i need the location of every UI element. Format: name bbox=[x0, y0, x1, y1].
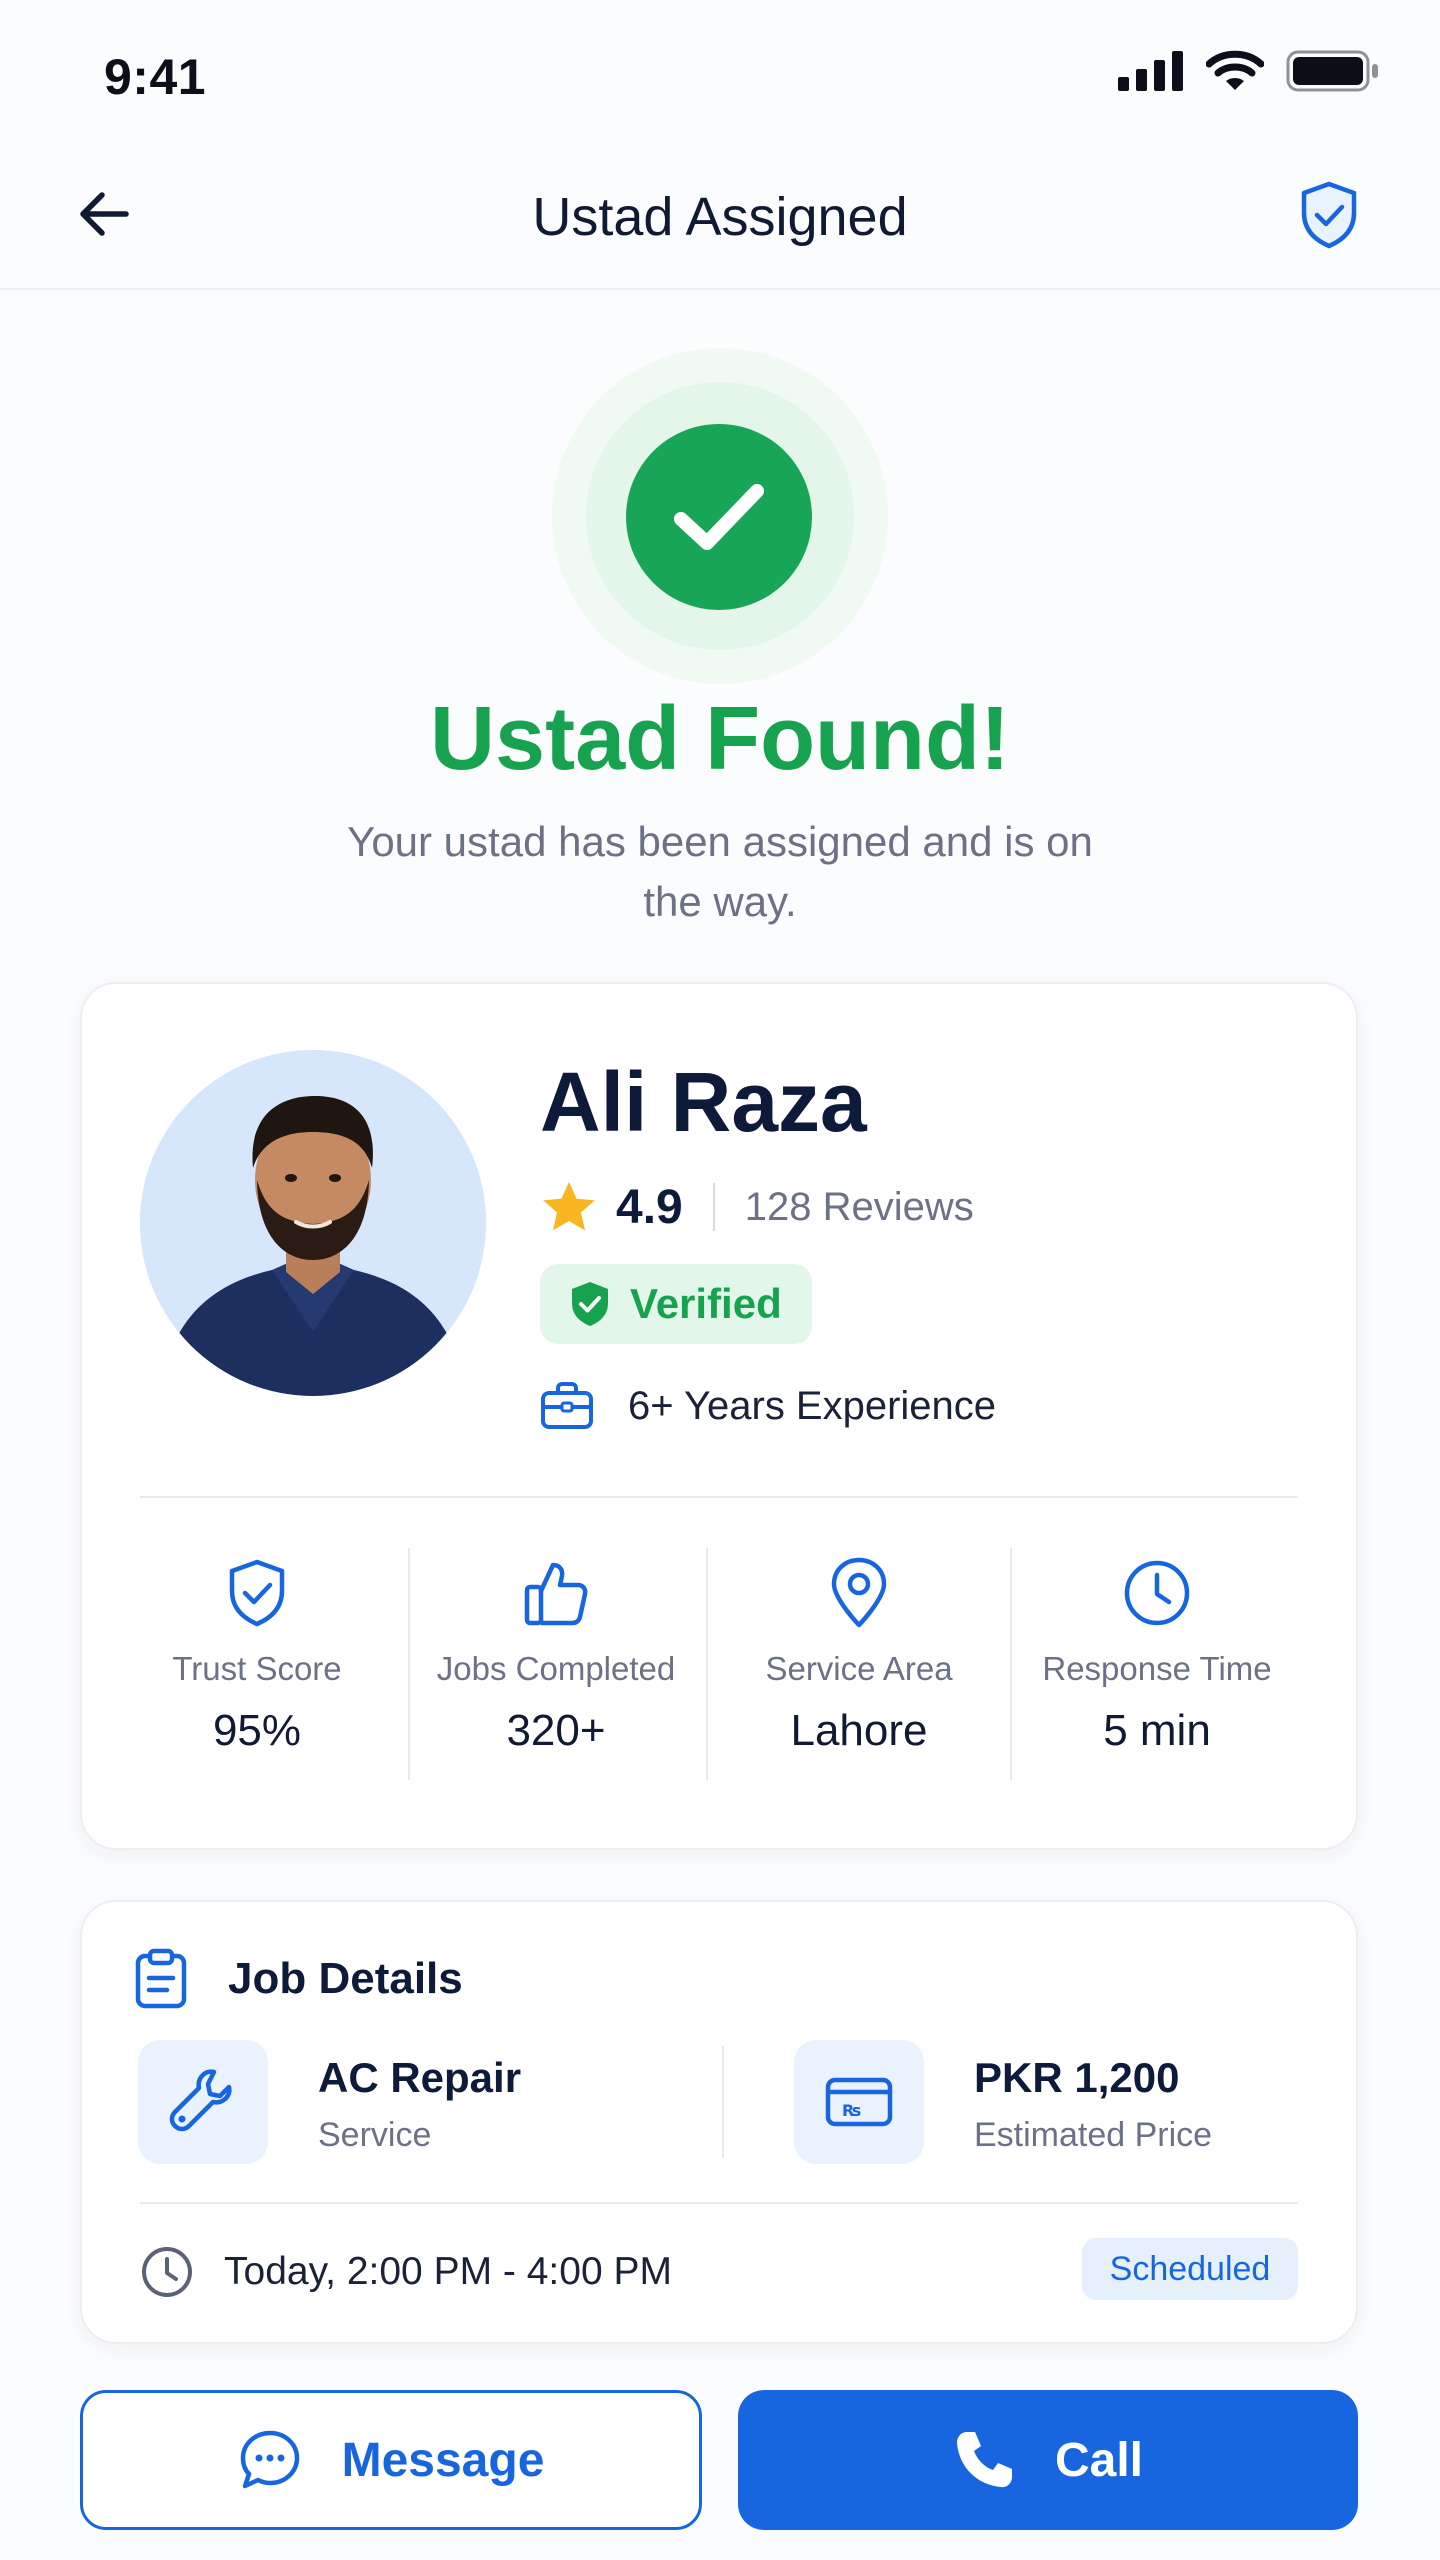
stat-service-area: Service Area Lahore bbox=[714, 1550, 1004, 1780]
stat-label: Response Time bbox=[1042, 1650, 1272, 1687]
verified-label: Verified bbox=[630, 1280, 782, 1327]
success-check-badge bbox=[626, 424, 812, 610]
stat-value: 95% bbox=[212, 1706, 302, 1755]
clock-icon bbox=[1122, 1550, 1192, 1636]
experience-text: 6+ Years Experience bbox=[628, 1383, 997, 1428]
schedule-time: Today, 2:00 PM - 4:00 PM bbox=[224, 2250, 672, 2293]
status-badge: Scheduled bbox=[1082, 2238, 1298, 2300]
stat-label: Trust Score bbox=[172, 1650, 342, 1687]
verified-badge: Verified bbox=[540, 1264, 812, 1344]
profile-divider bbox=[140, 1496, 1298, 1498]
checkmark-icon bbox=[674, 484, 764, 550]
rating-separator bbox=[712, 1183, 715, 1231]
safety-button[interactable] bbox=[1286, 172, 1372, 258]
price-value: PKR 1,200 bbox=[974, 2054, 1180, 2101]
status-time: 9:41 bbox=[104, 49, 207, 105]
phone-icon bbox=[956, 2432, 1012, 2488]
battery-icon bbox=[1286, 50, 1378, 92]
briefcase-icon bbox=[541, 1382, 593, 1429]
wrench-icon bbox=[169, 2069, 232, 2132]
message-button-label: Message bbox=[341, 2433, 545, 2487]
avatar-photo bbox=[140, 1050, 486, 1396]
clock-icon bbox=[142, 2247, 192, 2297]
stat-separator bbox=[706, 1548, 708, 1780]
price-info: PKR 1,200 Estimated Price bbox=[974, 2054, 1212, 2155]
status-icons bbox=[1118, 50, 1380, 92]
clipboard-icon bbox=[135, 1948, 187, 2009]
success-subtitle: Your ustad has been assigned and is on t… bbox=[347, 818, 1093, 925]
location-pin-icon bbox=[830, 1550, 888, 1636]
thumbs-up-icon bbox=[523, 1550, 589, 1636]
price-card-icon: ₨ bbox=[825, 2077, 893, 2127]
reviews-count[interactable]: 128 Reviews bbox=[745, 1185, 974, 1230]
call-button-label: Call bbox=[1054, 2433, 1144, 2487]
avatar bbox=[140, 1050, 486, 1396]
svg-text:₨: ₨ bbox=[842, 2101, 861, 2120]
ustad-name: Ali Raza bbox=[540, 1055, 867, 1149]
stat-label: Jobs Completed bbox=[436, 1650, 676, 1687]
rating-value: 4.9 bbox=[616, 1180, 683, 1234]
stat-response-time: Response Time 5 min bbox=[1012, 1550, 1302, 1780]
job-separator bbox=[722, 2046, 724, 2158]
experience-row: 6+ Years Experience bbox=[540, 1376, 996, 1436]
shield-check-icon bbox=[226, 1550, 288, 1636]
schedule-row: Today, 2:00 PM - 4:00 PM bbox=[140, 2240, 672, 2304]
wifi-icon bbox=[1206, 50, 1264, 90]
stat-trust-score: Trust Score 95% bbox=[112, 1550, 402, 1780]
stat-label: Service Area bbox=[765, 1650, 953, 1687]
stat-value: 320+ bbox=[506, 1706, 606, 1755]
price-label: Estimated Price bbox=[974, 2116, 1213, 2154]
service-label: Service bbox=[318, 2116, 432, 2154]
cellular-signal-icon bbox=[1118, 51, 1183, 91]
service-info: AC Repair Service bbox=[318, 2054, 521, 2155]
success-title: Ustad Found! bbox=[430, 689, 1010, 789]
call-button[interactable]: Call bbox=[738, 2390, 1358, 2530]
verified-shield-icon bbox=[572, 1282, 608, 1326]
stat-value: Lahore bbox=[790, 1706, 928, 1755]
shield-check-icon bbox=[1301, 181, 1357, 249]
job-divider bbox=[140, 2202, 1298, 2204]
service-tile bbox=[138, 2040, 268, 2164]
message-button[interactable]: Message bbox=[80, 2390, 702, 2530]
rating-row: 4.9 128 Reviews bbox=[540, 1172, 974, 1242]
price-tile: ₨ bbox=[794, 2040, 924, 2164]
service-name: AC Repair bbox=[318, 2054, 522, 2101]
page-title: Ustad Assigned bbox=[532, 187, 908, 247]
star-icon bbox=[543, 1182, 595, 1231]
chat-bubble-icon bbox=[240, 2430, 299, 2489]
stat-value: 5 min bbox=[1103, 1706, 1211, 1755]
job-details-title: Job Details bbox=[228, 1954, 463, 2003]
stat-jobs-completed: Jobs Completed 320+ bbox=[411, 1550, 701, 1780]
job-details-header: Job Details bbox=[134, 1944, 463, 2014]
stat-separator bbox=[408, 1548, 410, 1780]
